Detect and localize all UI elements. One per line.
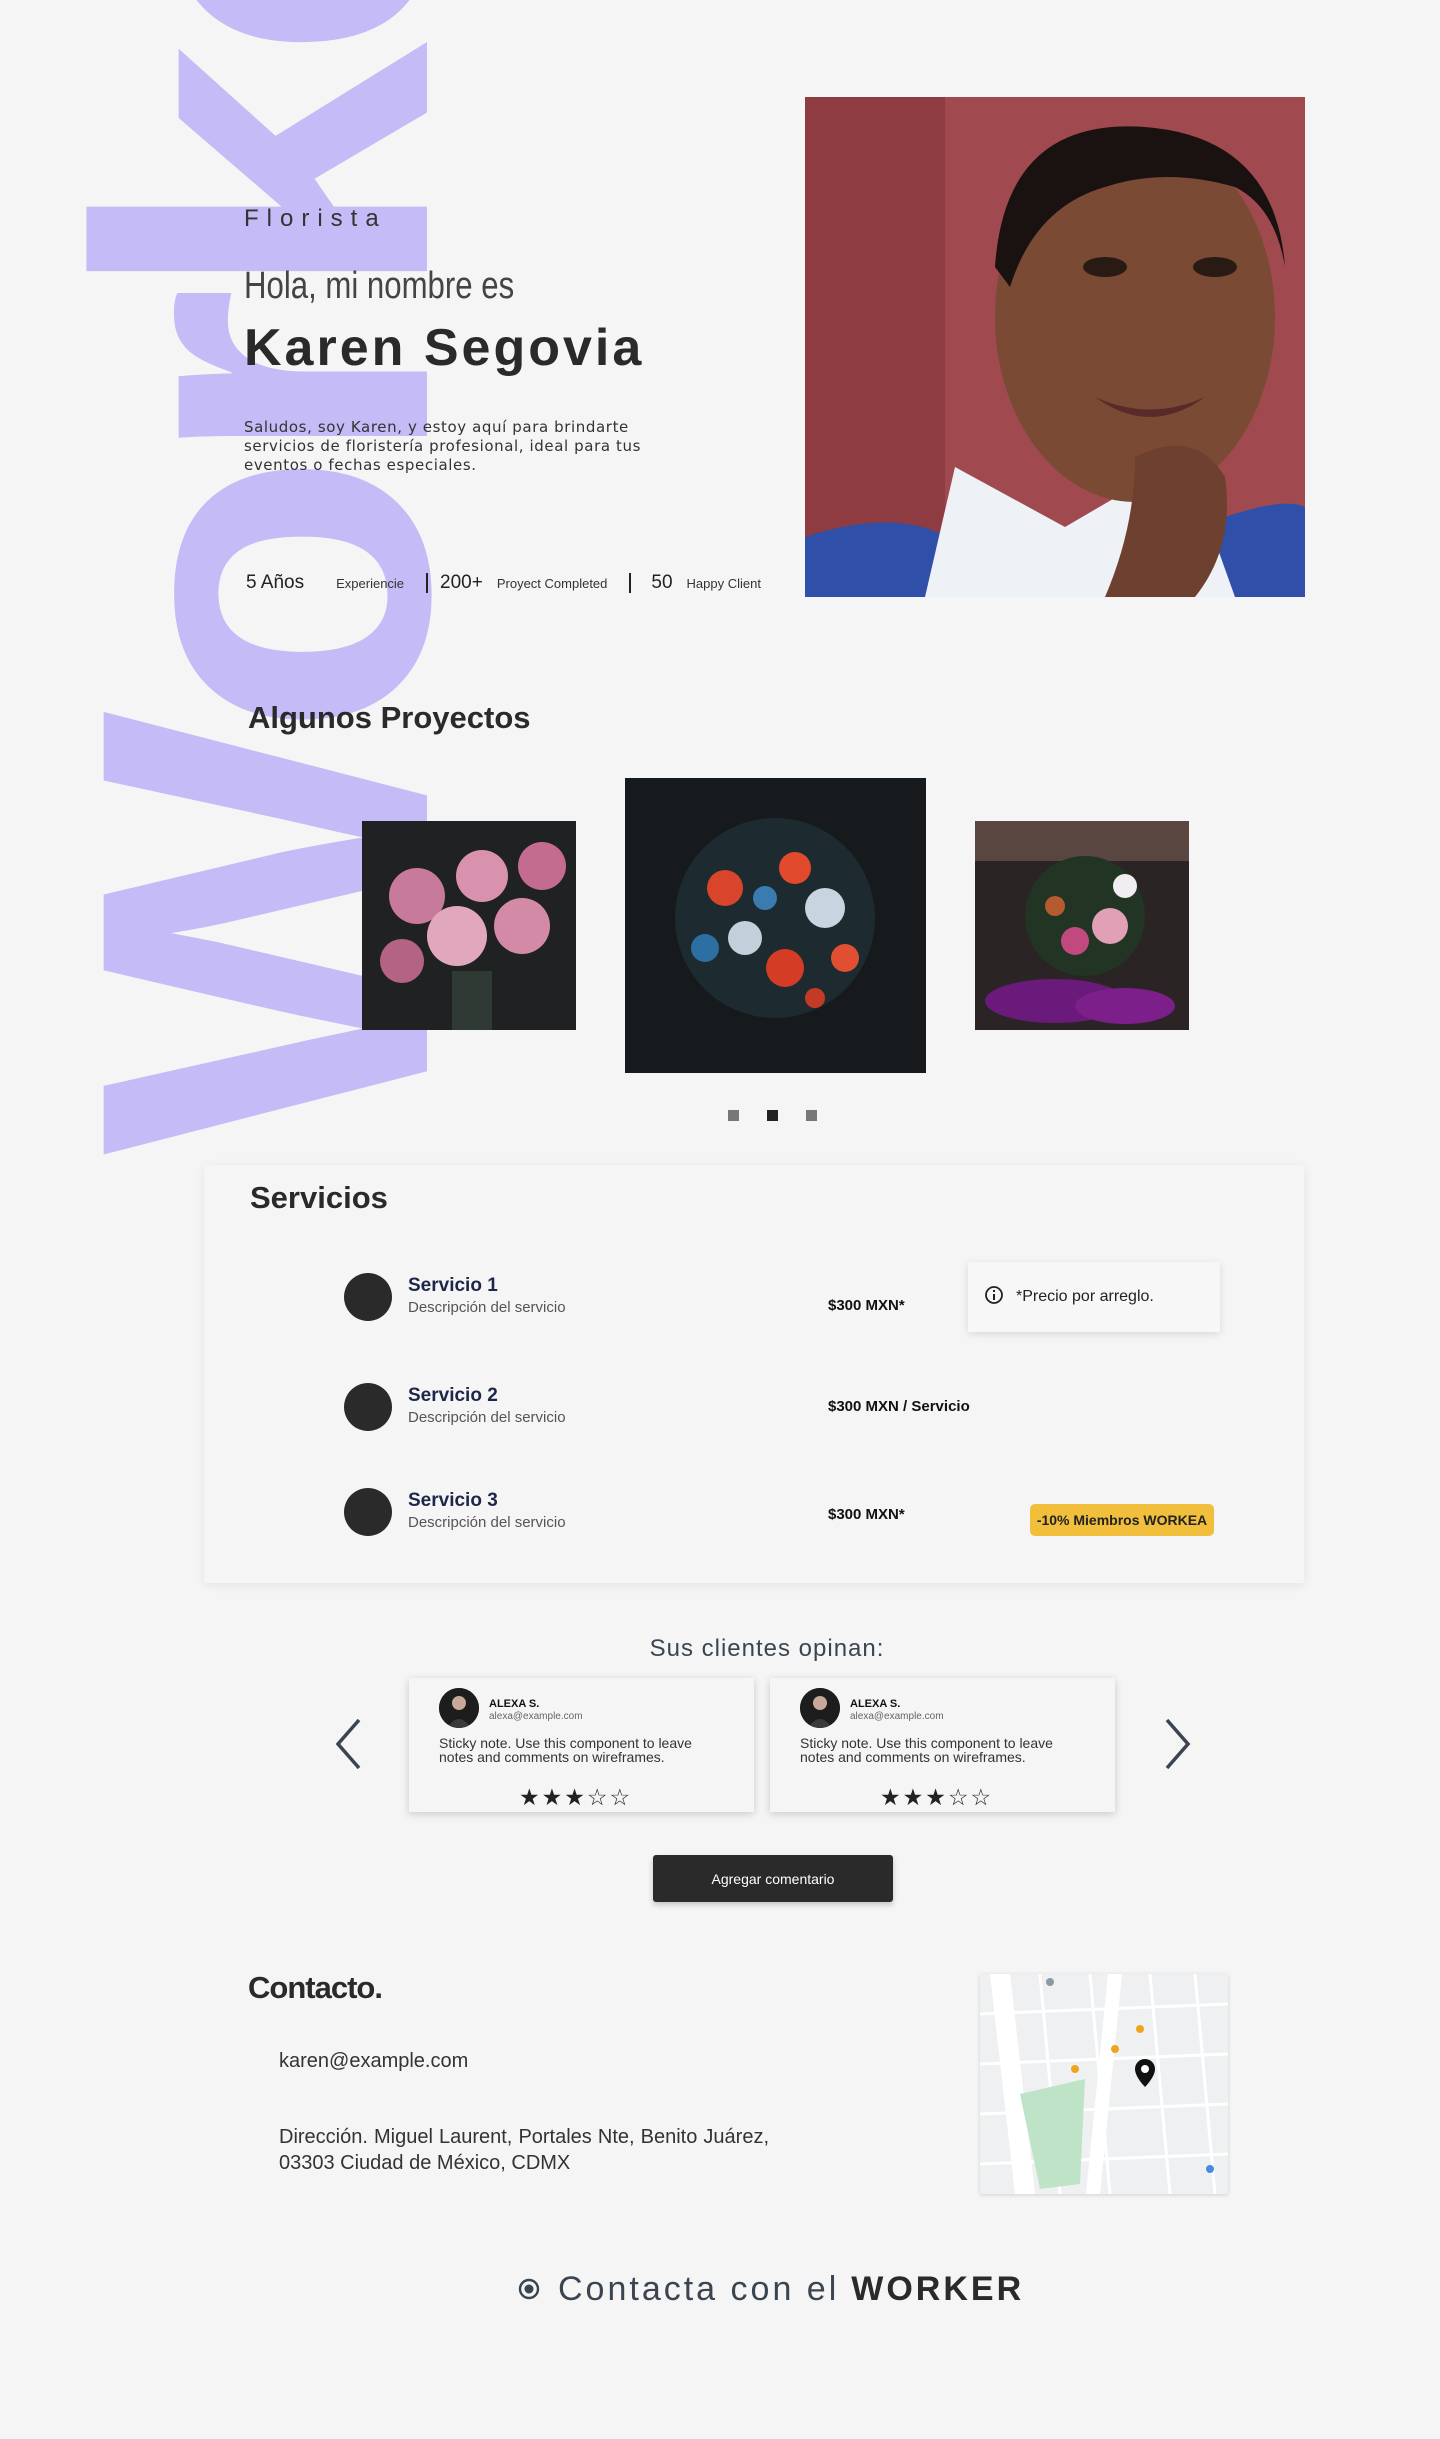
star-rating: ★★★☆☆ [519,1785,633,1811]
cta-text: Contacta con el [558,2270,840,2308]
service-item[interactable]: Servicio 2 Descripción del servicio $300… [344,1383,1244,1435]
member-discount-badge: -10% Miembros WORKEA [1030,1504,1214,1536]
project-image-arrangement[interactable] [975,821,1189,1030]
add-comment-button[interactable]: Agregar comentario [653,1855,893,1902]
carousel-dot-active[interactable] [767,1110,778,1121]
contact-title: Contacto. [248,1970,383,2005]
hero-greeting: Hola, mi nombre es [244,265,515,307]
project-image-roses[interactable] [362,821,576,1030]
carousel-dots [728,1110,817,1121]
stat-clients-value: 50 [651,572,673,593]
star-empty-icon: ☆ [970,1785,994,1811]
stat-divider [629,573,632,593]
cta-highlight: WORKER [851,2270,1025,2308]
profile-photo [805,97,1305,597]
price-tooltip: *Precio por arreglo. [968,1262,1220,1332]
location-map[interactable] [980,1974,1228,2194]
reviewer-name: ALEXA S. [489,1698,540,1710]
review-text: Sticky note. Use this component to leave… [439,1735,692,1765]
project-image-bouquet[interactable] [625,778,926,1073]
service-price: $300 MXN* [828,1297,905,1314]
carousel-dot[interactable] [806,1110,817,1121]
service-icon [344,1383,392,1431]
service-name: Servicio 2 [408,1385,498,1406]
radio-icon [518,2270,540,2309]
star-filled-icon: ★ [541,1785,565,1811]
hero-description: Saludos, soy Karen, y estoy aquí para br… [244,418,642,474]
service-icon [344,1488,392,1536]
reviews-title: Sus clientes opinan: [649,1635,885,1662]
service-price: $300 MXN / Servicio [828,1398,970,1415]
info-icon [984,1285,1004,1310]
chevron-right-icon[interactable] [1165,1718,1191,1774]
stat-clients-label: Happy Client [686,575,761,591]
carousel-dot[interactable] [728,1110,739,1121]
star-empty-icon: ☆ [586,1785,610,1811]
stat-projects-label: Proyect Completed [496,575,608,591]
review-card: ALEXA S. alexa@example.com Sticky note. … [770,1678,1115,1812]
hero-name: Karen Segovia [244,319,645,377]
service-description: Descripción del servicio [408,1409,566,1426]
service-icon [344,1273,392,1321]
stats-bar: 5 Años Experiencie 200+ Proyect Complete… [246,572,761,594]
contact-address: Dirección. Miguel Laurent, Portales Nte,… [279,2126,769,2174]
star-filled-icon: ★ [902,1785,926,1811]
contact-email[interactable]: karen@example.com [279,2050,468,2073]
service-description: Descripción del servicio [408,1514,566,1531]
reviewer-name: ALEXA S. [850,1698,901,1710]
stat-projects-value: 200+ [440,572,483,593]
avatar [800,1688,840,1728]
hero-profession: Florista [244,205,387,232]
chevron-left-icon[interactable] [335,1718,361,1774]
star-filled-icon: ★ [925,1785,948,1811]
stat-years-value: 5 Años [246,572,305,593]
star-rating: ★★★☆☆ [880,1785,994,1811]
service-price: $300 MXN* [828,1506,905,1523]
tooltip-text: *Precio por arreglo. [1016,1288,1154,1305]
star-filled-icon: ★ [564,1785,587,1811]
star-empty-icon: ☆ [609,1785,633,1811]
reviewer-email: alexa@example.com [489,1711,583,1722]
stat-divider [426,573,429,593]
projects-title: Algunos Proyectos [248,700,531,735]
review-text: Sticky note. Use this component to leave… [800,1735,1053,1765]
contact-worker-cta[interactable]: Contacta con el WORKER [518,2270,1024,2309]
star-empty-icon: ☆ [947,1785,971,1811]
services-title: Servicios [250,1180,388,1215]
reviewer-email: alexa@example.com [850,1711,944,1722]
star-filled-icon: ★ [880,1785,903,1811]
star-filled-icon: ★ [519,1785,542,1811]
service-name: Servicio 3 [408,1490,498,1511]
service-name: Servicio 1 [408,1275,498,1296]
avatar [439,1688,479,1728]
review-card: ALEXA S. alexa@example.com Sticky note. … [409,1678,754,1812]
service-description: Descripción del servicio [408,1299,566,1316]
stat-years-label: Experiencie [336,575,405,591]
